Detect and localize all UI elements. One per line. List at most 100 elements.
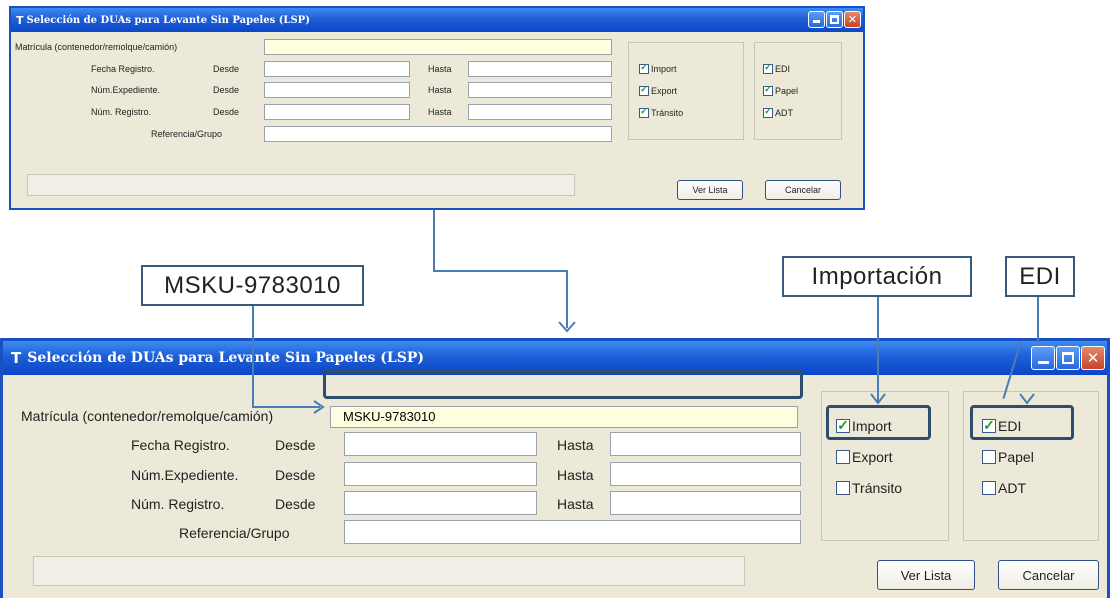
window-title: Selección de DUAs para Levante Sin Papel… <box>27 350 425 366</box>
edi-checkbox[interactable]: EDI <box>763 62 791 74</box>
expediente-hasta-input[interactable] <box>610 462 801 486</box>
expediente-desde-label: Desde <box>213 85 240 95</box>
close-button[interactable]: ✕ <box>844 11 861 28</box>
adt-label: ADT <box>998 480 1026 496</box>
expediente-label: Núm.Expediente. <box>91 85 161 95</box>
papel-box[interactable] <box>763 84 773 96</box>
registro-desde-input[interactable] <box>264 104 410 120</box>
arrow-matricula-vertical <box>252 306 254 408</box>
arrow-import-head <box>870 393 886 405</box>
cancelar-button[interactable]: Cancelar <box>998 560 1099 590</box>
adt-checkbox[interactable]: ADT <box>763 106 793 118</box>
registro-desde-input[interactable] <box>344 491 537 515</box>
adt-box[interactable] <box>763 106 773 118</box>
highlight-matricula <box>323 370 803 399</box>
matricula-label: Matrícula (contenedor/remolque/camión) <box>21 408 274 424</box>
highlight-edi <box>970 405 1074 440</box>
export-label: Export <box>651 86 678 96</box>
papel-label: Papel <box>775 86 799 96</box>
export-box[interactable] <box>639 84 649 96</box>
fecha-registro-label: Fecha Registro. <box>131 437 230 453</box>
fecha-hasta-label: Hasta <box>557 437 594 453</box>
minimize-button[interactable] <box>1031 346 1055 370</box>
import-label: Import <box>651 64 677 74</box>
matricula-input[interactable] <box>264 39 612 55</box>
arrow-edi-head <box>1019 393 1035 405</box>
close-icon: ✕ <box>1086 349 1100 367</box>
export-label: Export <box>852 449 893 465</box>
arrow-import-vertical <box>877 297 879 403</box>
transito-label: Tránsito <box>852 480 903 496</box>
maximize-button[interactable] <box>1056 346 1080 370</box>
bottom-dialog-body: Matrícula (contenedor/remolque/camión) M… <box>3 375 1107 598</box>
edi-box[interactable] <box>763 62 773 74</box>
arrow-matricula-horizontal <box>252 406 320 408</box>
callout-matricula: MSKU-9783010 <box>141 265 364 306</box>
adt-checkbox[interactable]: ADT <box>982 480 1026 496</box>
arrow-matricula-head <box>313 400 325 414</box>
referencia-label: Referencia/Grupo <box>179 525 290 541</box>
fecha-desde-input[interactable] <box>264 61 410 77</box>
registro-hasta-input[interactable] <box>468 104 612 120</box>
registro-hasta-label: Hasta <box>557 496 594 512</box>
export-checkbox[interactable]: Export <box>836 449 892 465</box>
expediente-desde-input[interactable] <box>344 462 537 486</box>
expediente-hasta-input[interactable] <box>468 82 612 98</box>
papel-label: Papel <box>998 449 1034 465</box>
registro-desde-label: Desde <box>213 107 240 117</box>
fecha-registro-label: Fecha Registro. <box>91 64 155 74</box>
referencia-input[interactable] <box>344 520 801 544</box>
ver-lista-button[interactable]: Ver Lista <box>877 560 975 590</box>
matricula-value: MSKU-9783010 <box>343 409 436 424</box>
close-button[interactable]: ✕ <box>1081 346 1105 370</box>
fecha-hasta-label: Hasta <box>428 64 452 74</box>
status-bar <box>33 556 745 586</box>
canal-group: EDI Papel ADT <box>754 42 842 140</box>
fecha-desde-label: Desde <box>213 64 240 74</box>
fecha-desde-input[interactable] <box>344 432 537 456</box>
app-icon: T <box>11 349 22 367</box>
matricula-input[interactable]: MSKU-9783010 <box>330 406 798 428</box>
app-icon: T <box>16 13 24 27</box>
expediente-desde-label: Desde <box>275 467 316 483</box>
expediente-label: Núm.Expediente. <box>131 467 239 483</box>
transito-checkbox[interactable]: Tránsito <box>836 480 902 496</box>
minimize-button[interactable] <box>808 11 825 28</box>
fecha-hasta-input[interactable] <box>468 61 612 77</box>
transito-checkbox[interactable]: Tránsito <box>639 106 683 118</box>
referencia-label: Referencia/Grupo <box>151 129 223 139</box>
top-dialog-window: T Selección de DUAs para Levante Sin Pap… <box>9 6 865 210</box>
papel-checkbox[interactable]: Papel <box>763 84 799 96</box>
top-title-bar: T Selección de DUAs para Levante Sin Pap… <box>11 8 863 32</box>
edi-label: EDI <box>775 64 791 74</box>
close-icon: ✕ <box>847 13 858 26</box>
papel-checkbox[interactable]: Papel <box>982 449 1034 465</box>
referencia-input[interactable] <box>264 126 612 142</box>
fecha-hasta-input[interactable] <box>610 432 801 456</box>
export-box[interactable] <box>836 450 850 464</box>
ver-lista-button[interactable]: Ver Lista <box>677 180 743 200</box>
cancelar-button[interactable]: Cancelar <box>765 180 841 200</box>
adt-box[interactable] <box>982 481 996 495</box>
transito-box[interactable] <box>639 106 649 118</box>
export-checkbox[interactable]: Export <box>639 84 678 96</box>
callout-importacion: Importación <box>782 256 972 297</box>
papel-box[interactable] <box>982 450 996 464</box>
registro-desde-label: Desde <box>275 496 316 512</box>
import-checkbox[interactable]: Import <box>639 62 677 74</box>
top-dialog-body: Matrícula (contenedor/remolque/camión) F… <box>11 32 863 208</box>
connector-arrowhead <box>558 321 576 333</box>
connector-line-right <box>433 270 568 272</box>
tipo-group: Import Export Tránsito <box>628 42 744 140</box>
fecha-desde-label: Desde <box>275 437 316 453</box>
registro-label: Núm. Registro. <box>131 496 225 512</box>
import-box[interactable] <box>639 62 649 74</box>
highlight-import <box>826 405 931 440</box>
callout-edi: EDI <box>1005 256 1075 297</box>
status-bar <box>27 174 575 196</box>
maximize-button[interactable] <box>826 11 843 28</box>
registro-hasta-input[interactable] <box>610 491 801 515</box>
transito-box[interactable] <box>836 481 850 495</box>
expediente-desde-input[interactable] <box>264 82 410 98</box>
registro-label: Núm. Registro. <box>91 107 152 117</box>
